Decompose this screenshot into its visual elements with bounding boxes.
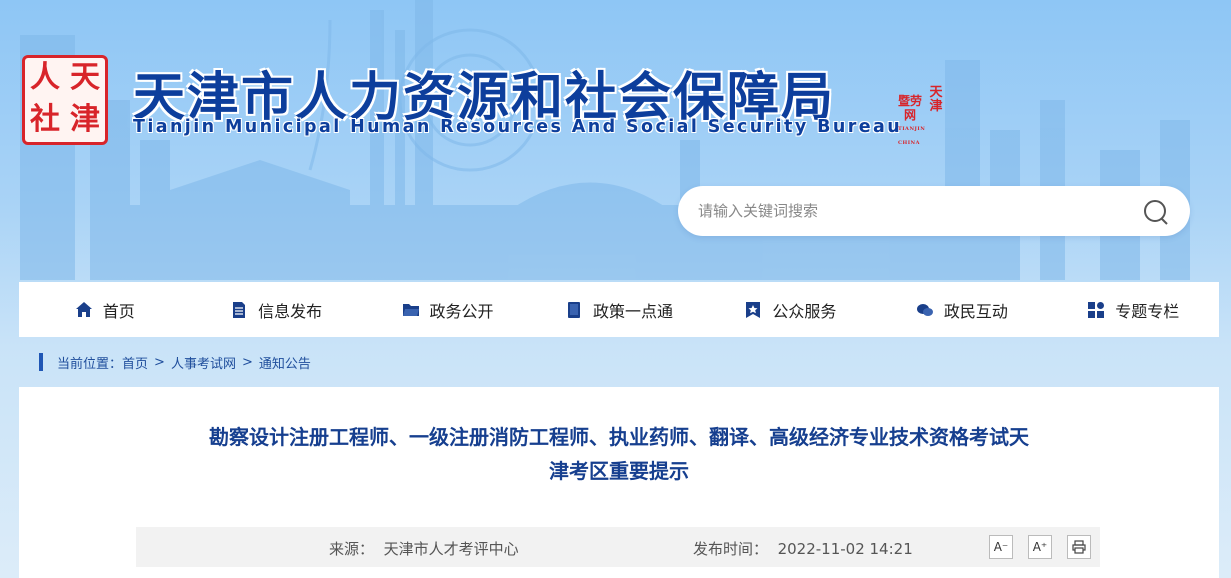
search-icon[interactable] xyxy=(1142,198,1170,226)
nav-item-info-release[interactable]: 信息发布 xyxy=(190,282,361,337)
book-icon xyxy=(567,301,580,318)
bureau-seal-logo: 人 天 社 津 xyxy=(22,55,108,145)
breadcrumb-exam-link[interactable]: 人事考试网 xyxy=(171,353,236,372)
breadcrumb-marker xyxy=(39,353,43,371)
breadcrumb-home-link[interactable]: 首页 xyxy=(122,353,148,372)
home-icon xyxy=(75,301,92,317)
search-box xyxy=(678,186,1190,236)
article-source: 来源： 天津市人才考评中心 xyxy=(329,540,519,558)
nav-item-policy[interactable]: 政策一点通 xyxy=(533,282,704,337)
main-navigation: 首页 信息发布 政务公开 政策一点通 公众服务 政民互动 专题专栏 xyxy=(19,282,1219,337)
nav-item-interaction[interactable]: 政民互动 xyxy=(876,282,1047,337)
article-meta-bar: 来源： 天津市人才考评中心 发布时间： 2022-11-02 14:21 A⁻ … xyxy=(136,527,1100,567)
breadcrumb-prefix: 当前位置： xyxy=(57,356,123,372)
chat-icon xyxy=(916,303,933,316)
nav-item-special-topics[interactable]: 专题专栏 xyxy=(1048,282,1219,337)
site-header: 人 天 社 津 天津市人力资源和社会保障局 Tianjin Municipal … xyxy=(0,0,1231,280)
search-input[interactable] xyxy=(698,198,1118,224)
breadcrumb: 当前位置： 首页 > 人事考试网 > 通知公告 xyxy=(39,352,311,372)
nav-item-home[interactable]: 首页 xyxy=(19,282,190,337)
print-icon xyxy=(1072,540,1086,554)
article-publish-time: 发布时间： 2022-11-02 14:21 xyxy=(693,540,913,558)
tianjin-labor-seal-logo: 天津 暨劳网 TIANJIN CHINA xyxy=(898,85,943,147)
star-badge-icon xyxy=(746,301,761,318)
font-increase-button[interactable]: A⁺ xyxy=(1028,535,1052,559)
font-decrease-button[interactable]: A⁻ xyxy=(989,535,1013,559)
nav-item-government-affairs[interactable]: 政务公开 xyxy=(362,282,533,337)
city-skyline-background xyxy=(20,0,1190,280)
print-button[interactable] xyxy=(1067,535,1091,559)
article-title: 勘察设计注册工程师、一级注册消防工程师、执业药师、翻译、高级经济专业技术资格考试… xyxy=(209,425,1029,483)
nav-item-public-service[interactable]: 公众服务 xyxy=(705,282,876,337)
folder-icon xyxy=(402,303,419,316)
breadcrumb-notice-link[interactable]: 通知公告 xyxy=(259,353,311,372)
article-panel: 勘察设计注册工程师、一级注册消防工程师、执业药师、翻译、高级经济专业技术资格考试… xyxy=(19,387,1219,578)
document-icon xyxy=(233,301,246,318)
site-title-english: Tianjin Municipal Human Resources And So… xyxy=(133,117,903,137)
grid-icon xyxy=(1088,301,1105,318)
